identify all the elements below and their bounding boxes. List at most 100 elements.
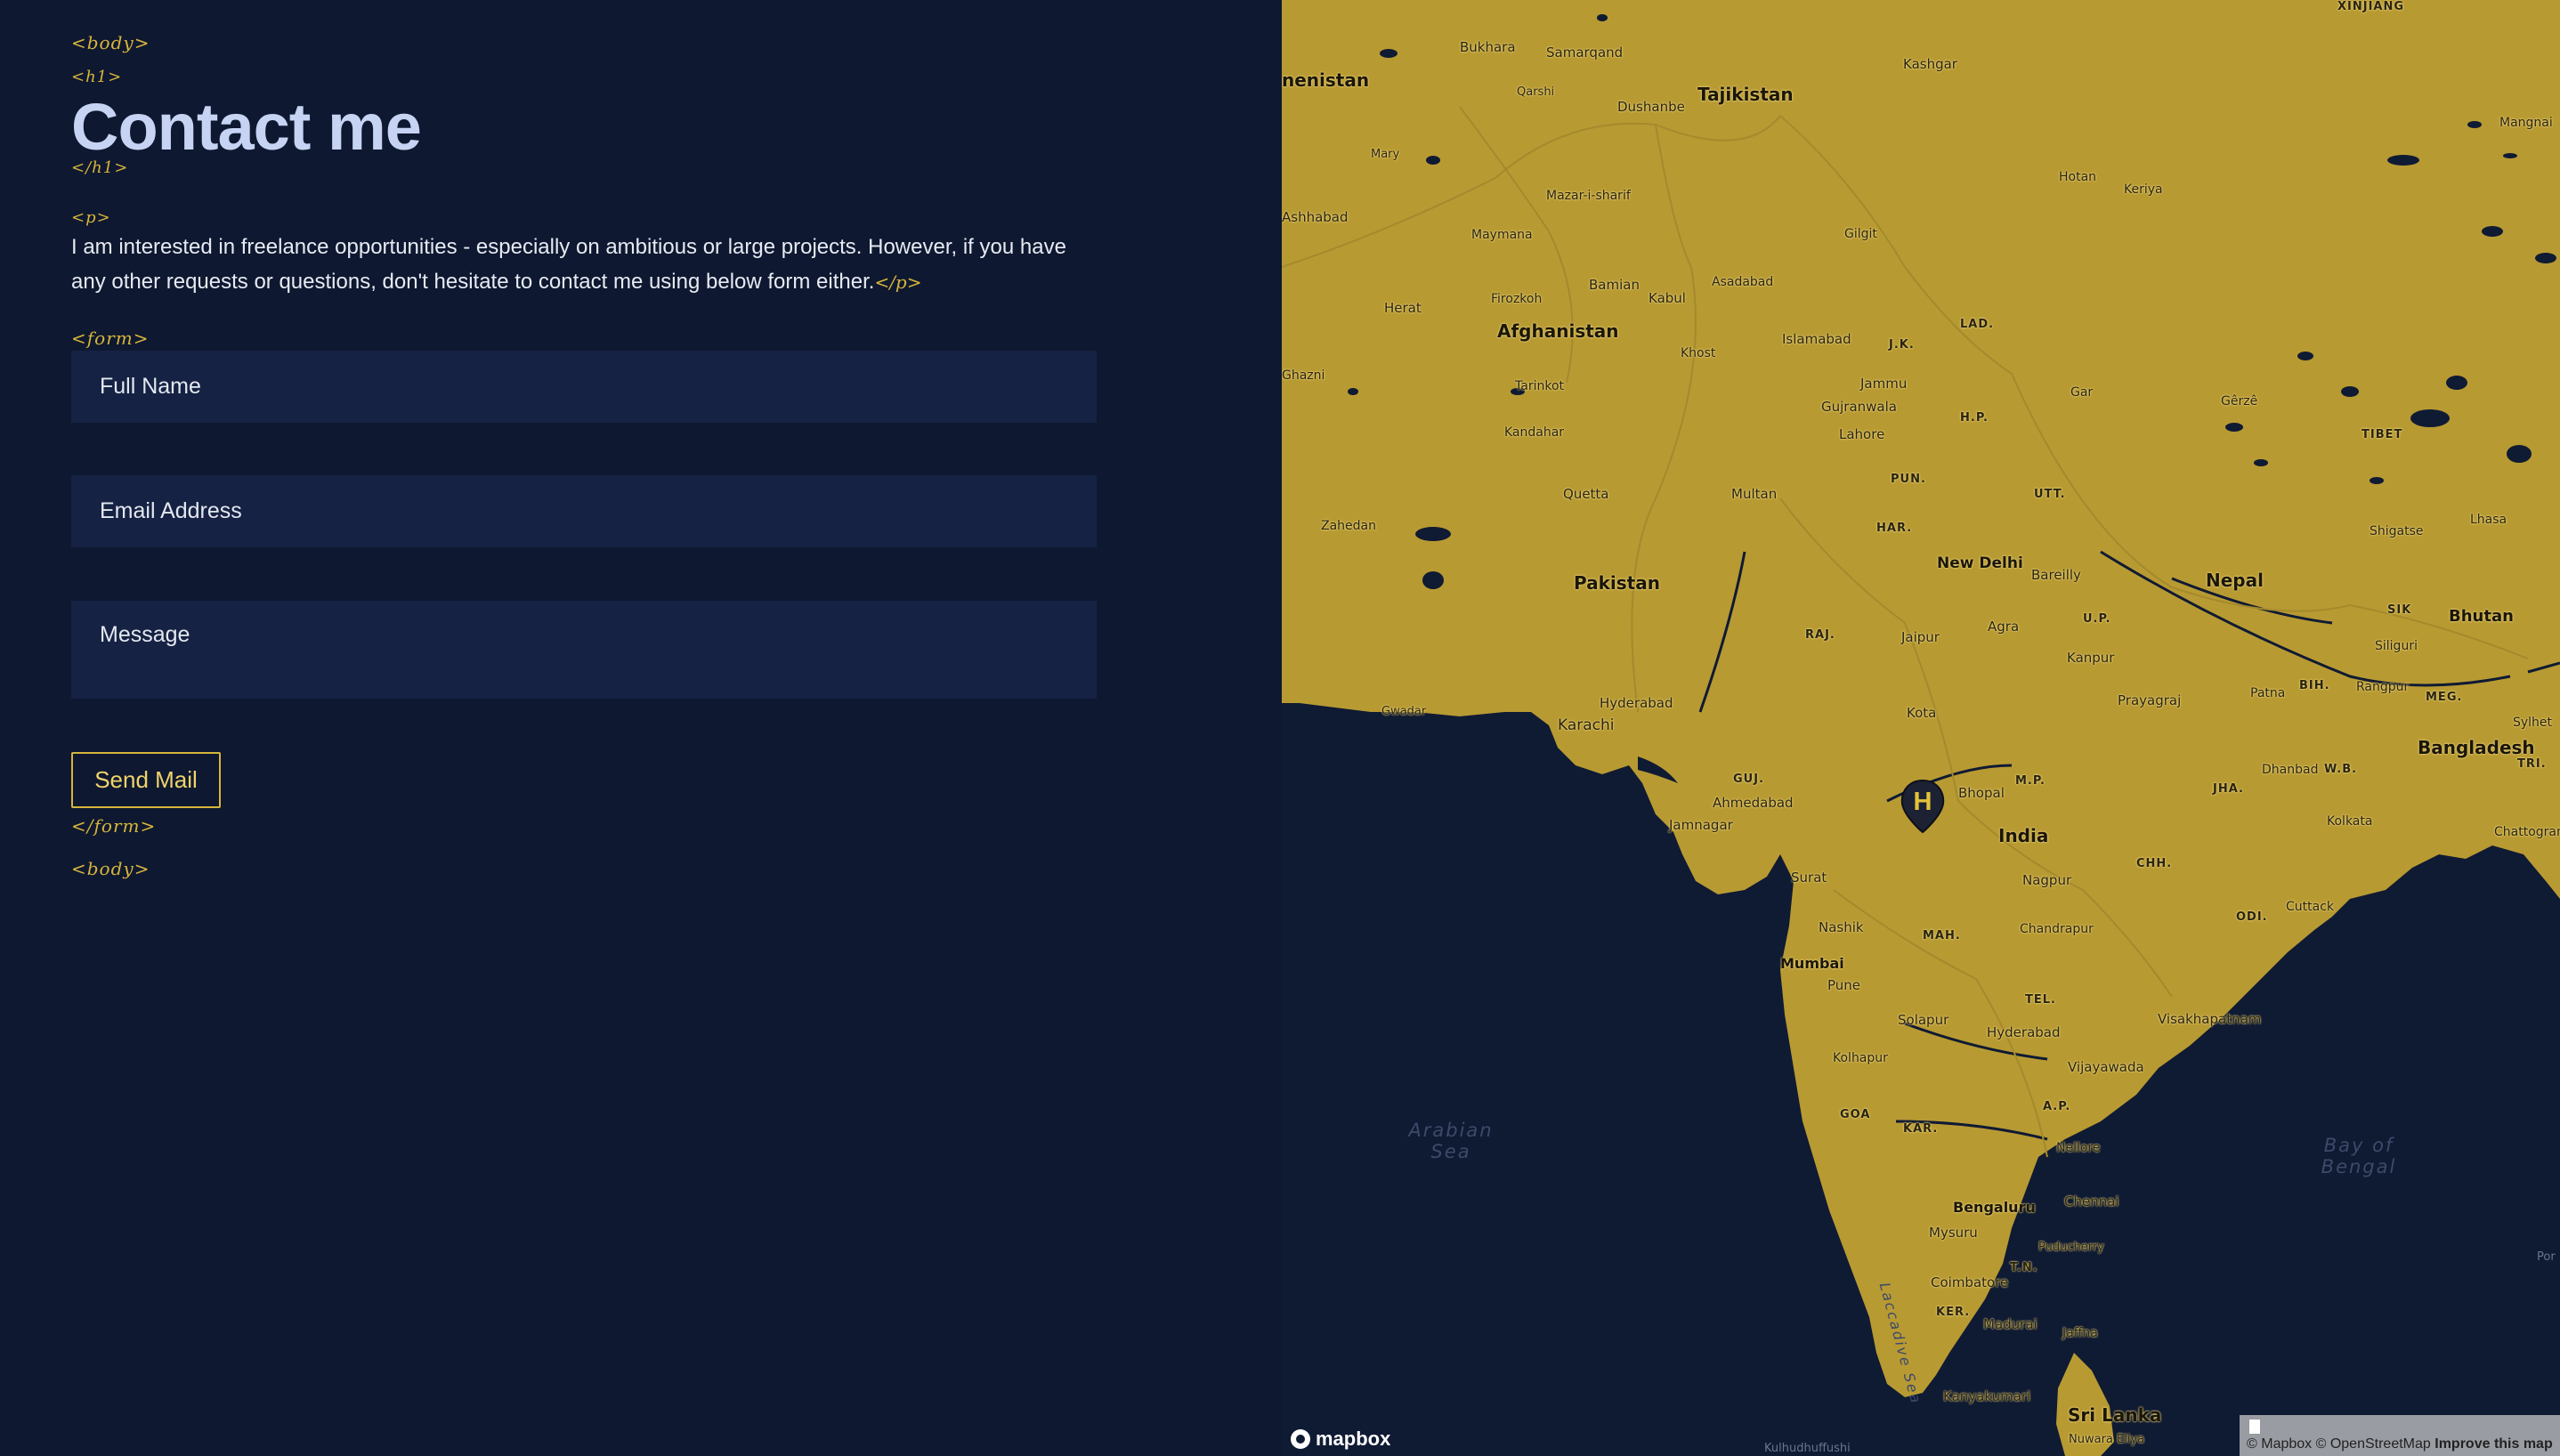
map-label-kashgar: Kashgar: [1903, 56, 1957, 72]
map-label-kota: Kota: [1907, 705, 1937, 721]
map-label-rangpur: Rangpur: [2356, 680, 2410, 694]
map-label-visakhapatnam: Visakhapatnam: [2158, 1011, 2262, 1027]
map-label-hyderabad-pk: Hyderabad: [1600, 695, 1673, 711]
map-label-mp: M.P.: [2015, 774, 2046, 788]
map-label-vijayawada: Vijayawada: [2068, 1059, 2144, 1075]
map-label-odi: ODI.: [2236, 910, 2268, 924]
map-label-asadabad: Asadabad: [1712, 275, 1774, 289]
map-label-jk: J.K.: [1889, 338, 1915, 352]
body-close-tag: <body>: [71, 858, 150, 879]
map-label-islamabad: Islamabad: [1782, 331, 1851, 347]
map-label-ahmedabad: Ahmedabad: [1713, 795, 1794, 811]
map-label-dushanbe: Dushanbe: [1617, 99, 1685, 115]
map-label-coimbatore: Coimbatore: [1931, 1274, 2009, 1290]
map-label-nellore: Nellore: [2056, 1141, 2101, 1155]
email-input[interactable]: [71, 475, 1097, 547]
map-label-qarshi: Qarshi: [1517, 85, 1555, 99]
map-label-chattogram: Chattogram: [2494, 825, 2560, 839]
map-label-bhopal: Bhopal: [1958, 785, 2005, 801]
body-open-tag: <body>: [71, 32, 150, 53]
map-panel[interactable]: nenistan Tajikistan Afghanistan Pakistan…: [1282, 0, 2560, 1456]
map-label-new-delhi: New Delhi: [1937, 554, 2023, 572]
map-label-bangladesh: Bangladesh: [2418, 737, 2535, 758]
map-label-tri: TRI.: [2517, 757, 2547, 771]
map-label-kandahar: Kandahar: [1504, 425, 1565, 440]
map-label-tajikistan: Tajikistan: [1697, 84, 1794, 105]
map-label-puducherry: Puducherry: [2038, 1241, 2104, 1254]
map-label-zahedan: Zahedan: [1321, 519, 1376, 533]
map-label-tel: TEL.: [2025, 993, 2056, 1007]
map-label-lhasa: Lhasa: [2470, 513, 2507, 527]
full-name-input[interactable]: [71, 351, 1097, 423]
map-label-gilgit: Gilgit: [1844, 227, 1877, 241]
map-label-khost: Khost: [1681, 346, 1716, 360]
map-label-goa: GOA: [1840, 1108, 1871, 1121]
intro-paragraph: I am interested in freelance opportuniti…: [71, 230, 1104, 300]
map-label-quetta: Quetta: [1563, 486, 1609, 502]
map-label-afghanistan: Afghanistan: [1497, 320, 1619, 342]
map-label-ghazni: Ghazni: [1282, 368, 1325, 383]
map-label-shigatse: Shigatse: [2370, 524, 2424, 538]
map-label-hp: H.P.: [1960, 411, 1989, 425]
map-label-bih: BIH.: [2299, 679, 2330, 692]
map-label-bukhara: Bukhara: [1460, 39, 1516, 55]
map-label-chennai: Chennai: [2064, 1193, 2119, 1209]
map-canvas[interactable]: [1282, 0, 2560, 1456]
map-label-hyderabad-in: Hyderabad: [1987, 1024, 2061, 1040]
map-label-lad: LAD.: [1960, 318, 1995, 331]
attribution-text[interactable]: © Mapbox © OpenStreetMap: [2247, 1436, 2431, 1452]
map-label-madurai: Madurai: [1983, 1316, 2037, 1332]
map-label-gar: Gar: [2070, 385, 2094, 400]
location-pin-icon[interactable]: H: [1898, 779, 1948, 834]
attribution-toggle[interactable]: [2248, 1419, 2261, 1435]
map-label-herat: Herat: [1384, 300, 1422, 316]
map-label-gerze: Gêrzê: [2221, 394, 2258, 408]
map-label-patna: Patna: [2250, 686, 2286, 700]
map-label-meg: MEG.: [2426, 691, 2463, 704]
map-label-kulhudhuffushi: Kulhudhuffushi: [1764, 1442, 1851, 1455]
map-label-bamian: Bamian: [1589, 277, 1640, 293]
map-label-kanyakumari: Kanyakumari: [1943, 1388, 2031, 1404]
message-textarea[interactable]: [71, 601, 1097, 699]
map-label-prayagraj: Prayagraj: [2118, 692, 2182, 708]
map-label-mumbai: Mumbai: [1780, 955, 1844, 972]
map-label-kanpur: Kanpur: [2067, 650, 2115, 666]
map-label-chandrapur: Chandrapur: [2020, 922, 2094, 936]
map-label-nuwara-eliya: Nuwara Eliya: [2069, 1433, 2145, 1446]
send-mail-button[interactable]: Send Mail: [71, 752, 221, 808]
map-label-jaipur: Jaipur: [1901, 629, 1940, 645]
map-label-arabian-sea: Arabian Sea: [1408, 1120, 1494, 1162]
map-label-har: HAR.: [1876, 522, 1913, 535]
map-label-bay-of-bengal: Bay of Bengal: [2321, 1135, 2397, 1177]
map-label-kolkata: Kolkata: [2327, 814, 2373, 829]
map-label-pune: Pune: [1827, 977, 1861, 993]
map-label-mary: Mary: [1371, 148, 1400, 161]
map-label-kar: KAR.: [1903, 1122, 1939, 1136]
map-label-turkmenistan: nenistan: [1282, 69, 1370, 91]
contact-section: <body> <h1> Contact me </h1> <p> I am in…: [0, 0, 1282, 1456]
map-attribution: © Mapbox © OpenStreetMap Improve this ma…: [2240, 1415, 2560, 1456]
h1-open-tag: <h1>: [71, 68, 123, 86]
map-label-india: India: [1998, 825, 2049, 846]
map-label-firozkoh: Firozkoh: [1491, 292, 1543, 306]
improve-map-link[interactable]: Improve this map: [2434, 1436, 2552, 1452]
map-label-guj: GUJ.: [1733, 772, 1765, 786]
map-label-sik: SIK: [2387, 603, 2412, 617]
map-label-lahore: Lahore: [1839, 426, 1885, 442]
map-label-up: U.P.: [2083, 612, 2111, 626]
map-label-pun: PUN.: [1891, 473, 1926, 486]
mapbox-logo[interactable]: mapbox: [1291, 1428, 1390, 1451]
map-label-wb: W.B.: [2324, 763, 2358, 776]
map-label-nashik: Nashik: [1819, 919, 1864, 935]
map-label-sylhet: Sylhet: [2513, 716, 2553, 730]
map-label-kolhapur: Kolhapur: [1833, 1051, 1888, 1065]
page-title: Contact me: [71, 90, 422, 164]
map-label-ker: KER.: [1936, 1306, 1971, 1319]
form-close-tag: </form>: [71, 815, 157, 837]
map-label-solapur: Solapur: [1898, 1012, 1949, 1028]
map-label-surat: Surat: [1791, 870, 1827, 886]
map-label-utt: UTT.: [2034, 488, 2066, 501]
map-label-jamnagar: Jamnagar: [1669, 817, 1733, 833]
map-label-maymana: Maymana: [1471, 228, 1533, 242]
map-label-jha: JHA.: [2213, 782, 2244, 796]
